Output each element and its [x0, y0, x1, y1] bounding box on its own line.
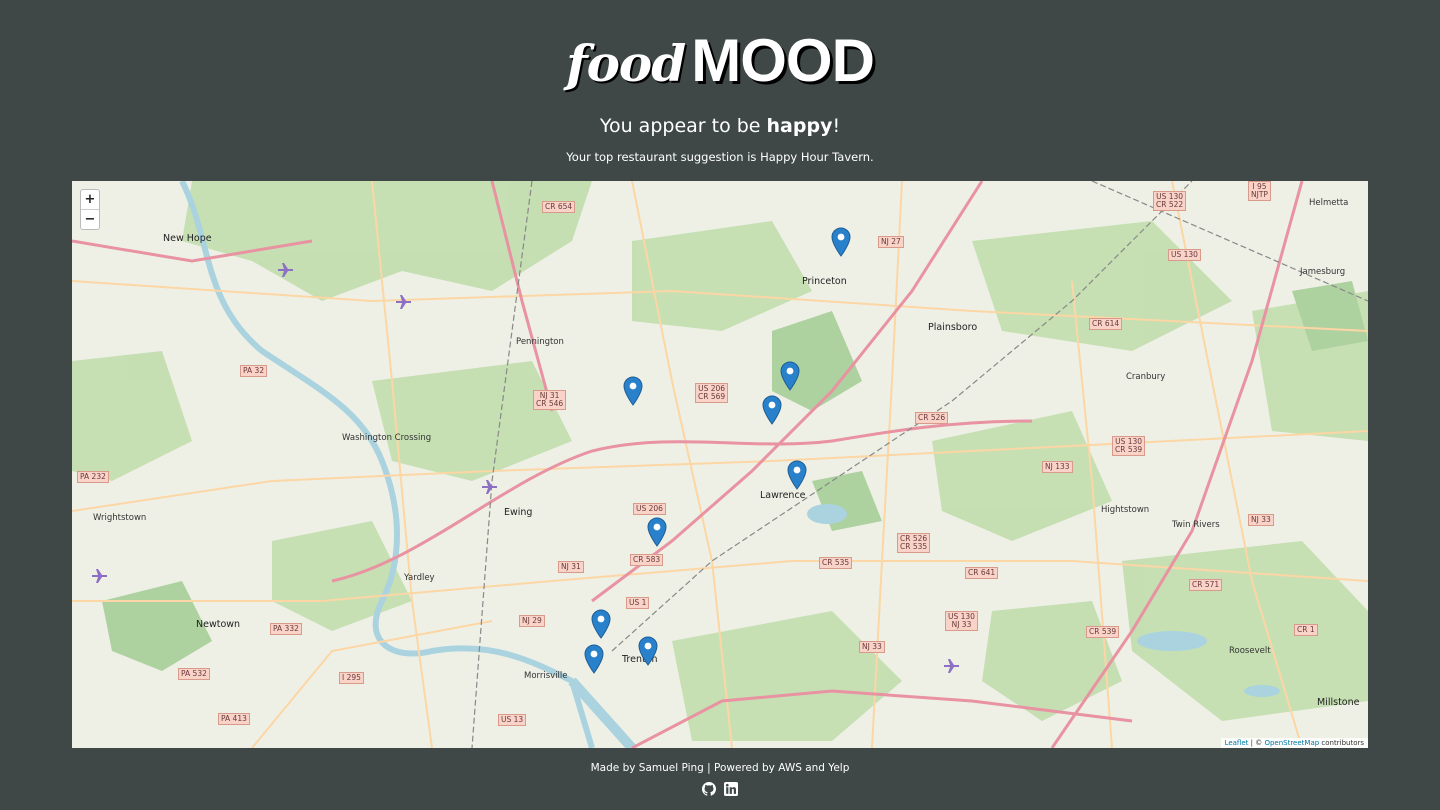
- map-place-label: Washington Crossing: [342, 433, 432, 443]
- route-shield: CR 539: [1086, 626, 1120, 638]
- restaurant-marker-icon[interactable]: [591, 609, 611, 639]
- route-shield: NJ 133: [1042, 461, 1073, 473]
- attribution-sep: | ©: [1248, 739, 1265, 747]
- zoom-control: + −: [80, 189, 100, 230]
- route-shield: CR 641: [965, 567, 999, 579]
- route-shield: I 95 NJTP: [1248, 181, 1271, 201]
- map-place-label: Helmetta: [1309, 198, 1349, 208]
- map-place-label: Plainsboro: [928, 322, 978, 333]
- route-shield: CR 571: [1189, 579, 1223, 591]
- route-shield: PA 232: [77, 471, 109, 483]
- map-place-label: Yardley: [404, 573, 435, 583]
- map-place-label: Lawrence: [760, 490, 806, 501]
- map-place-label: Jamesburg: [1300, 267, 1346, 277]
- route-shield: CR 654: [542, 201, 576, 213]
- map-place-label: Pennington: [516, 337, 564, 347]
- restaurant-marker-icon[interactable]: [787, 460, 807, 490]
- route-shield: US 130: [1168, 249, 1201, 261]
- logo-mood-text: MOOD: [691, 27, 875, 94]
- social-links: [0, 781, 1440, 800]
- route-shield: PA 413: [218, 713, 250, 725]
- route-shield: NJ 27: [878, 236, 904, 248]
- route-shield: PA 532: [178, 668, 210, 680]
- restaurant-marker-icon[interactable]: [638, 636, 658, 666]
- route-shield: CR 526: [915, 412, 949, 424]
- map-place-label: Hightstown: [1101, 505, 1150, 515]
- route-shield: US 130 NJ 33: [945, 611, 978, 631]
- map-place-label: Cranbury: [1126, 372, 1166, 382]
- leaflet-link[interactable]: Leaflet: [1225, 739, 1249, 747]
- route-shield: US 206: [633, 503, 666, 515]
- route-shield: CR 526 CR 535: [897, 533, 931, 553]
- route-shield: NJ 29: [519, 615, 545, 627]
- restaurant-marker-icon[interactable]: [647, 517, 667, 547]
- zoom-in-button[interactable]: +: [81, 190, 99, 209]
- restaurant-marker-icon[interactable]: [762, 395, 782, 425]
- attribution-contrib: contributors: [1319, 739, 1364, 747]
- restaurant-marker-icon[interactable]: [780, 361, 800, 391]
- restaurant-map[interactable]: New Hope Princeton Plainsboro Pennington Cra…: [72, 181, 1368, 748]
- route-shield: CR 535: [819, 557, 853, 569]
- osm-link[interactable]: OpenStreetMap: [1264, 739, 1319, 747]
- route-shield: CR 614: [1089, 318, 1123, 330]
- mood-suffix: !: [832, 115, 841, 137]
- route-shield: PA 32: [240, 365, 268, 377]
- github-icon[interactable]: [702, 781, 717, 796]
- route-shield: I 295: [339, 672, 364, 684]
- map-place-label: Morrisville: [524, 671, 568, 681]
- map-attribution: Leaflet | © OpenStreetMap contributors: [1220, 738, 1368, 748]
- route-shield: PA 332: [270, 623, 302, 635]
- mood-result: You appear to be happy!: [0, 115, 1440, 137]
- map-place-label: Wrightstown: [93, 513, 147, 523]
- map-place-label: Princeton: [802, 276, 847, 287]
- route-shield: US 13: [498, 714, 527, 726]
- route-shield: NJ 31: [558, 561, 584, 573]
- app-logo: food MOOD: [0, 26, 1440, 95]
- route-shield: US 1: [626, 597, 650, 609]
- route-shield: US 130 CR 522: [1153, 191, 1187, 211]
- route-shield: NJ 33: [859, 641, 885, 653]
- restaurant-marker-icon[interactable]: [623, 376, 643, 406]
- route-shield: US 206 CR 569: [695, 383, 729, 403]
- logo-food-text: food: [566, 34, 686, 93]
- restaurant-suggestion: Your top restaurant suggestion is Happy …: [566, 150, 874, 164]
- route-shield: NJ 33: [1248, 514, 1274, 526]
- map-place-label: Newtown: [196, 619, 241, 630]
- linkedin-icon[interactable]: [723, 781, 738, 796]
- map-place-label: New Hope: [163, 233, 212, 244]
- route-shield: CR 1: [1294, 624, 1318, 636]
- footer-credits: Made by Samuel Ping | Powered by AWS and…: [590, 762, 850, 774]
- map-tiles: [72, 181, 1368, 748]
- map-place-label: Twin Rivers: [1172, 520, 1220, 530]
- route-shield: US 130 CR 539: [1112, 436, 1146, 456]
- route-shield: CR 583: [630, 554, 664, 566]
- map-place-label: Millstone: [1317, 697, 1360, 708]
- map-place-label: Roosevelt: [1229, 646, 1271, 656]
- mood-value: happy: [766, 115, 833, 137]
- restaurant-marker-icon[interactable]: [584, 644, 604, 674]
- route-shield: NJ 31 CR 546: [533, 390, 567, 410]
- mood-prefix: You appear to be: [599, 115, 767, 137]
- zoom-out-button[interactable]: −: [81, 209, 99, 229]
- restaurant-marker-icon[interactable]: [831, 227, 851, 257]
- map-place-label: Ewing: [504, 507, 533, 518]
